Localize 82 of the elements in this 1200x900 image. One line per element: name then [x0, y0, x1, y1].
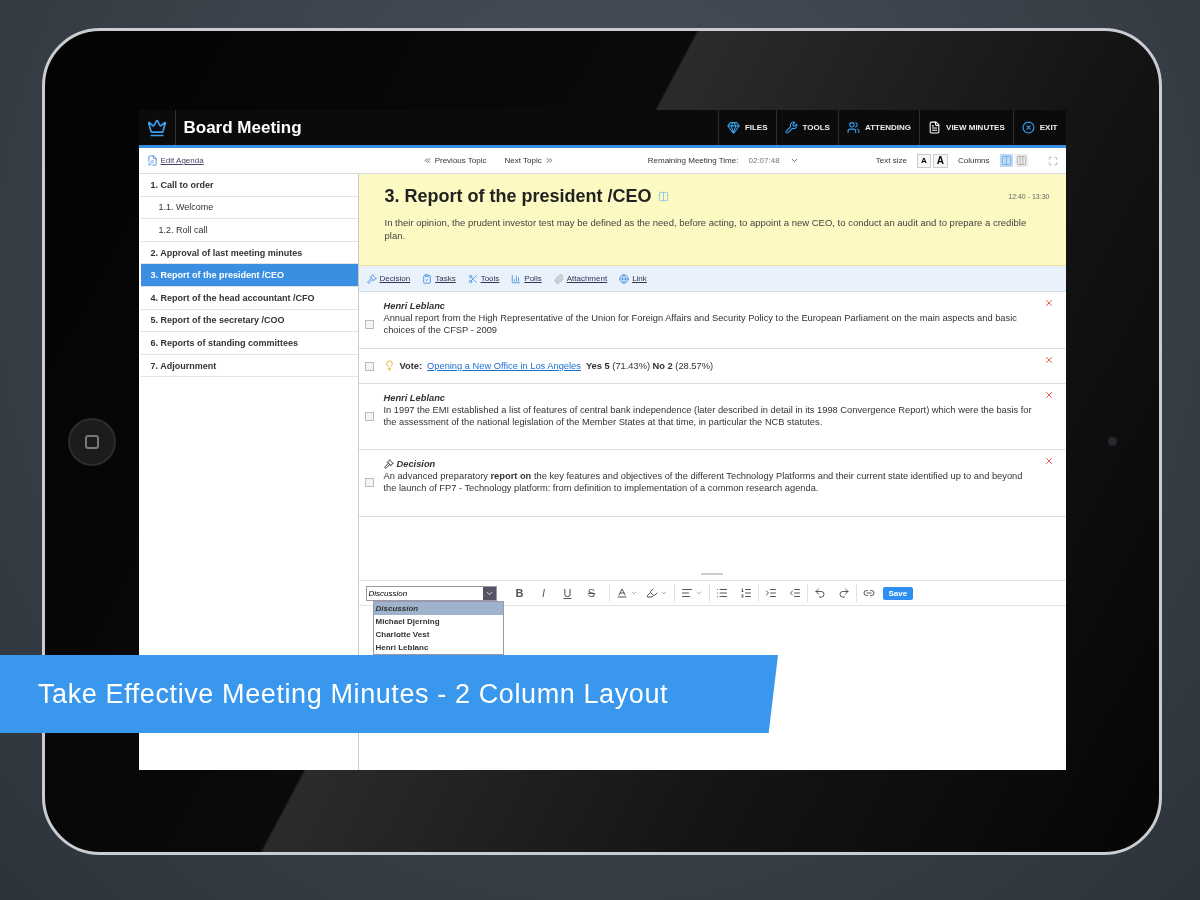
- caption-banner: Take Effective Meeting Minutes - 2 Column Layout: [0, 655, 778, 733]
- text-color-icon[interactable]: [615, 587, 628, 599]
- menu-button[interactable]: EXIT: [1012, 110, 1066, 145]
- bullet-list-icon[interactable]: [715, 587, 728, 599]
- caret-icon[interactable]: [694, 589, 703, 597]
- gavel-icon: [366, 273, 377, 284]
- text-size-label: Text size: [875, 156, 907, 165]
- link-icon[interactable]: [862, 587, 875, 599]
- menu-button[interactable]: TOOLS: [775, 110, 838, 145]
- remaining-time-label: Remaining Meeting Time:: [647, 156, 739, 165]
- lightbulb-icon: [383, 360, 395, 372]
- vote-link[interactable]: Opening a New Office in Los Angeles: [427, 359, 581, 373]
- action-link[interactable]: Link: [619, 273, 647, 284]
- entry-text: Annual report from the High Representative of the Union for Foreign Affairs and Security Policy to the European Parliament on the main aspects and basic choices of the CFSP - 2009: [383, 312, 1018, 337]
- entry-text: An advanced preparatory report on the key features and objectives of the different Technology Platforms and their current state identified up to and beyond the launch of FP7 - Technology platform: from definition to implementation of a common research agenda.: [383, 470, 1024, 495]
- menu-button[interactable]: FILES: [717, 110, 776, 145]
- entry-checkbox[interactable]: [364, 361, 374, 371]
- entry-checkbox[interactable]: [364, 320, 374, 329]
- clipboard-icon: [422, 273, 433, 284]
- highlighter-icon[interactable]: [645, 587, 658, 599]
- action-link[interactable]: Decision: [366, 273, 411, 284]
- globe-icon: [619, 273, 630, 284]
- people-icon: [846, 121, 860, 134]
- wrench-icon: [784, 121, 798, 134]
- next-topic-button[interactable]: Next Topic: [500, 156, 558, 165]
- format-button[interactable]: B: [508, 587, 531, 599]
- author-name: Henri Leblanc: [383, 392, 446, 405]
- dropdown-option[interactable]: Discussion: [373, 601, 503, 615]
- entry-heading: Decision: [396, 458, 436, 471]
- column-layout-button[interactable]: [1014, 154, 1028, 167]
- menu-button[interactable]: ATTENDING: [837, 110, 920, 145]
- caret-icon[interactable]: [629, 589, 638, 597]
- vote-result: Yes 5 (71.43%) No 2 (28.57%): [585, 359, 714, 373]
- entry-checkbox[interactable]: [364, 478, 374, 487]
- previous-topic-button[interactable]: Previous Topic: [418, 156, 491, 165]
- double-left-icon: [422, 156, 432, 165]
- text-size-button[interactable]: A: [916, 153, 931, 168]
- outdent-icon[interactable]: [788, 587, 801, 599]
- edit-icon: [146, 155, 158, 166]
- edit-agenda-link[interactable]: Edit Agenda: [146, 155, 204, 166]
- delete-icon[interactable]: [1043, 298, 1054, 308]
- column-layout-button[interactable]: [999, 154, 1013, 167]
- gem-icon: [726, 121, 740, 134]
- action-link[interactable]: Tasks: [422, 273, 456, 284]
- delete-icon[interactable]: [1043, 390, 1054, 400]
- text-size-button[interactable]: A: [932, 153, 948, 168]
- delete-icon[interactable]: [1043, 456, 1054, 466]
- align-icon[interactable]: [680, 587, 693, 599]
- close-icon: [1021, 121, 1035, 134]
- columns-label: Columns: [957, 156, 990, 165]
- document-icon: [928, 121, 942, 134]
- format-button[interactable]: I: [532, 587, 555, 599]
- indent-icon[interactable]: [764, 587, 777, 599]
- redo-icon[interactable]: [837, 587, 850, 599]
- camera-icon: [1107, 437, 1117, 446]
- action-link[interactable]: Tools: [467, 273, 500, 284]
- double-right-icon: [544, 156, 554, 165]
- format-button[interactable]: U: [556, 587, 579, 599]
- remaining-time: 02:07:48: [748, 156, 780, 165]
- caret-icon[interactable]: [789, 156, 799, 165]
- paperclip-icon: [553, 273, 564, 284]
- entry-checkbox[interactable]: [364, 412, 374, 421]
- scissors-icon: [467, 273, 478, 284]
- gavel-icon: [383, 459, 394, 470]
- vote-label: Vote:: [399, 359, 423, 373]
- entry-type-select[interactable]: Discussion: [365, 585, 497, 601]
- undo-icon[interactable]: [813, 587, 826, 599]
- caret-icon[interactable]: [659, 589, 668, 597]
- action-link[interactable]: Attachment: [553, 273, 608, 284]
- menu-button[interactable]: VIEW MINUTES: [919, 110, 1013, 145]
- chart-icon: [511, 273, 522, 284]
- split-icon: [657, 191, 669, 202]
- author-name: Henri Leblanc: [383, 300, 446, 313]
- delete-icon[interactable]: [1043, 355, 1054, 365]
- entry-text: In 1997 the EMI established a list of features of central bank independence (later described in detail in its 1998 Convergence Report) which were the basis for the assessment of the national legislation of the Member States at that time, in particular the NCB statutes.: [383, 404, 1033, 429]
- numbered-list-icon[interactable]: [739, 587, 752, 599]
- topic-title: 3. Report of the president /CEO: [384, 186, 652, 207]
- format-button[interactable]: S: [580, 587, 603, 599]
- crown-logo-icon: [146, 117, 167, 138]
- topic-description: In their opinion, the prudent investor test may be defined as the need, before acting, to appoint a new CEO, to conduct an audit and to prepare a credible plan.: [384, 217, 1028, 243]
- app-title: Board Meeting: [182, 117, 303, 138]
- action-link[interactable]: Polls: [511, 273, 542, 284]
